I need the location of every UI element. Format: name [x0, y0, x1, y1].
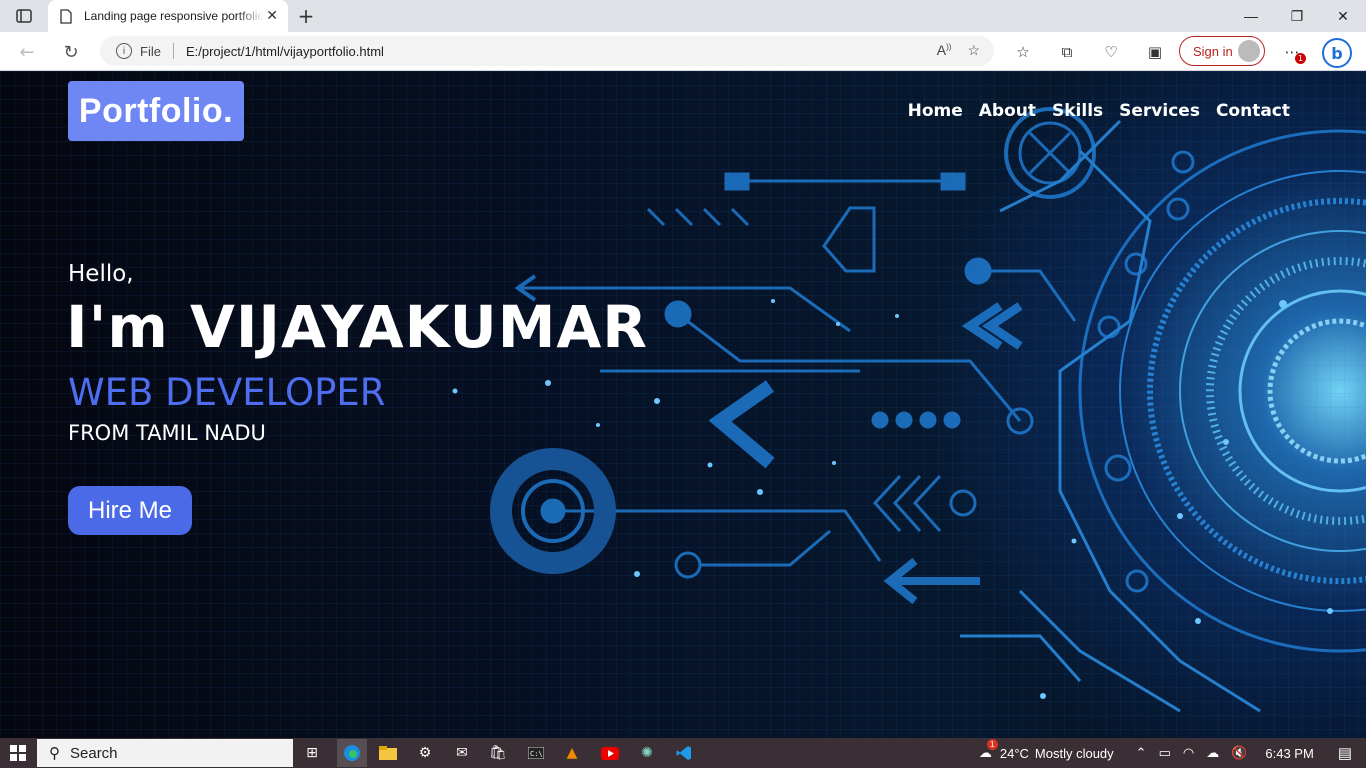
taskbar-search-label: Search — [70, 744, 118, 762]
nav-link-skills[interactable]: Skills — [1052, 101, 1103, 121]
split-screen-icon[interactable]: ▣ — [1143, 40, 1167, 64]
browser-essentials-icon[interactable]: ♡ — [1099, 40, 1123, 64]
weather-icon[interactable]: ☁ 1 — [979, 739, 998, 761]
network-alert-icon[interactable]: ☁ — [1206, 745, 1219, 761]
new-tab-button[interactable]: + — [294, 4, 318, 28]
info-icon[interactable]: i — [116, 43, 132, 59]
taskbar-search[interactable]: ⚲ Search — [37, 739, 293, 767]
weather-badge: 1 — [986, 739, 998, 750]
system-tray: ☁ 1 24°C Mostly cloudy ⌃ ▭ ◠ ☁ 🔇 6:43 PM … — [979, 738, 1366, 768]
refresh-button[interactable]: ↻ — [58, 39, 84, 65]
avatar — [1238, 40, 1260, 62]
tab-title: Landing page responsive portfolio — [84, 9, 264, 23]
sign-in-button[interactable]: Sign in — [1179, 36, 1265, 66]
youtube-icon[interactable] — [598, 741, 622, 765]
settings-icon[interactable]: ⚙ — [413, 741, 437, 765]
nav-link-contact[interactable]: Contact — [1216, 101, 1290, 121]
hero-greeting: Hello, — [68, 261, 134, 287]
nav-link-home[interactable]: Home — [908, 101, 963, 121]
sign-in-label: Sign in — [1193, 43, 1233, 59]
hire-me-button[interactable]: Hire Me — [68, 486, 192, 535]
copilot-icon[interactable]: b — [1322, 38, 1352, 68]
edge-app-icon[interactable] — [337, 739, 367, 767]
close-tab-icon[interactable]: ✕ — [266, 8, 278, 24]
vlc-icon[interactable]: ▲ — [560, 741, 584, 765]
collections-icon[interactable]: ⧉ — [1055, 40, 1079, 64]
close-window-button[interactable]: ✕ — [1320, 0, 1366, 32]
browser-tab[interactable]: Landing page responsive portfolio ✕ — [48, 0, 288, 32]
svg-text:C:\: C:\ — [530, 750, 543, 758]
hero-role: WEB DEVELOPER — [68, 371, 386, 414]
notification-badge: 1 — [1295, 53, 1306, 64]
clock-time[interactable]: 6:43 PM — [1265, 746, 1313, 761]
add-favorite-icon[interactable]: ☆ — [967, 42, 980, 59]
start-button[interactable] — [0, 738, 36, 768]
windows-icon — [10, 745, 26, 761]
site-nav: Home About Skills Services Contact — [908, 101, 1290, 121]
url-field[interactable]: i File E:/project/1/html/vijayportfolio.… — [100, 36, 994, 66]
back-button[interactable]: ← — [14, 39, 40, 65]
page-icon — [58, 8, 74, 24]
mail-icon[interactable]: ✉ — [450, 741, 474, 765]
hero-name: I'm VIJAYAKUMAR — [66, 293, 648, 361]
search-icon: ⚲ — [49, 745, 60, 762]
volume-muted-icon[interactable]: 🔇 — [1231, 745, 1247, 761]
nav-link-services[interactable]: Services — [1119, 101, 1200, 121]
read-aloud-icon[interactable]: A)) — [937, 42, 952, 59]
address-bar: ← ↻ i File E:/project/1/html/vijayportfo… — [0, 32, 1366, 71]
restore-button[interactable]: ❐ — [1274, 0, 1320, 32]
weather-temp[interactable]: 24°C — [1000, 746, 1029, 761]
file-explorer-icon[interactable] — [376, 741, 400, 765]
url-text: E:/project/1/html/vijayportfolio.html — [185, 43, 384, 59]
store-icon[interactable]: 🛍 — [486, 741, 510, 765]
hero-location: FROM TAMIL NADU — [68, 421, 266, 445]
url-divider — [172, 43, 174, 59]
browser-tab-bar: Landing page responsive portfolio ✕ + — … — [0, 0, 1366, 32]
battery-icon[interactable]: ▭ — [1159, 745, 1171, 761]
task-view-icon[interactable]: ⊞ — [300, 741, 324, 765]
show-hidden-icons[interactable]: ⌃ — [1136, 745, 1147, 761]
more-options-icon[interactable]: ⋯ 1 — [1280, 40, 1306, 64]
favorites-icon[interactable]: ☆ — [1011, 40, 1035, 64]
minimize-button[interactable]: — — [1228, 0, 1274, 32]
nav-link-about[interactable]: About — [979, 101, 1036, 121]
page-viewport: Portfolio. Home About Skills Services Co… — [0, 71, 1366, 738]
wifi-icon[interactable]: ◠ — [1183, 745, 1194, 761]
tab-actions-icon[interactable] — [12, 6, 36, 26]
terminal-icon[interactable]: C:\ — [524, 741, 548, 765]
chatgpt-icon[interactable]: ✺ — [635, 741, 659, 765]
vscode-icon[interactable] — [672, 741, 696, 765]
site-logo[interactable]: Portfolio. — [68, 81, 244, 141]
url-scheme-label: File — [140, 43, 161, 59]
weather-text[interactable]: Mostly cloudy — [1035, 746, 1114, 761]
taskbar: ⚲ Search ⊞ ⚙ ✉ 🛍 C:\ ▲ ✺ ☁ 1 24°C Mostly … — [0, 738, 1366, 768]
notifications-icon[interactable]: ▤ — [1338, 744, 1352, 762]
